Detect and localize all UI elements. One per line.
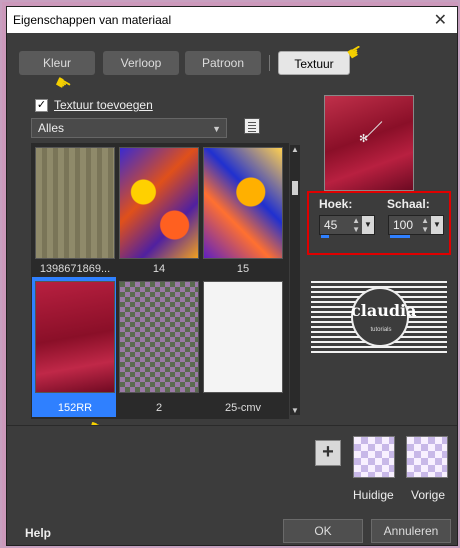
tab-kleur[interactable]: Kleur <box>19 51 95 75</box>
category-select-value: Alles <box>38 121 65 135</box>
chevron-down-icon[interactable]: ▼ <box>431 216 443 234</box>
scale-label: Schaal: <box>387 197 430 211</box>
swatch-current-label: Huidige <box>353 488 394 502</box>
texture-thumb-152rr[interactable] <box>35 281 115 393</box>
texture-thumb-2[interactable] <box>119 281 199 393</box>
tab-verloop[interactable]: Verloop <box>103 51 179 75</box>
up-down-icon[interactable]: ▲ ▼ <box>352 216 360 234</box>
cancel-button[interactable]: Annuleren <box>371 519 451 543</box>
thumb-label: 2 <box>155 402 163 414</box>
texture-add-checkbox[interactable]: ✓ <box>35 99 48 112</box>
scale-stepper[interactable]: 100 ▲ ▼ ▼ <box>388 215 444 235</box>
title-bar: Eigenschappen van materiaal ✕ <box>7 7 457 33</box>
grid-scrollbar[interactable]: ▲ ▼ <box>290 145 300 415</box>
scale-slider-fill <box>390 235 410 238</box>
window-title: Eigenschappen van materiaal <box>13 13 172 27</box>
center-marker-icon: ✻ <box>359 133 369 145</box>
tab-patroon[interactable]: Patroon <box>185 51 261 75</box>
material-properties-dialog: Eigenschappen van materiaal ✕ Kleur Verl… <box>6 6 458 546</box>
ok-button[interactable]: OK <box>283 519 363 543</box>
texture-thumb-14[interactable] <box>119 147 199 259</box>
angle-stepper[interactable]: 45 ▲ ▼ ▼ <box>319 215 375 235</box>
texture-add-label: Textuur toevoegen <box>54 98 153 112</box>
angle-label: Hoek: <box>319 197 353 211</box>
thumb-label: 14 <box>152 263 166 275</box>
swatch-previous-label: Vorige <box>411 488 446 502</box>
chevron-down-icon: ▼ <box>212 124 221 134</box>
window-frame: Eigenschappen van materiaal ✕ Kleur Verl… <box>0 0 460 548</box>
texture-preview[interactable]: ✻ <box>324 95 414 191</box>
chevron-down-icon[interactable]: ▼ <box>362 216 374 234</box>
tab-divider <box>269 55 270 71</box>
tab-textuur[interactable]: Textuur <box>278 51 350 75</box>
swatch-previous[interactable] <box>406 436 448 478</box>
plus-icon[interactable]: + <box>315 440 341 466</box>
thumb-label: 15 <box>236 263 250 275</box>
logo-subtext: tutorials <box>370 327 392 333</box>
close-icon[interactable]: ✕ <box>434 10 447 30</box>
texture-thumb-1398671869[interactable] <box>35 147 115 259</box>
texture-thumb-15[interactable] <box>203 147 283 259</box>
scale-value: 100 <box>393 218 414 232</box>
thumb-label: 1398671869... <box>39 263 111 275</box>
swatch-current[interactable] <box>353 436 395 478</box>
help-link[interactable]: Help <box>25 526 51 540</box>
texture-thumb-25-cmv[interactable] <box>203 281 283 393</box>
scroll-thumb[interactable] <box>292 181 298 195</box>
category-select[interactable]: Alles ▼ <box>31 118 227 138</box>
angle-value: 45 <box>324 218 338 232</box>
thumb-label: 25-cmv <box>224 402 262 414</box>
scroll-down-icon[interactable]: ▼ <box>291 406 299 415</box>
logo-text: claudia <box>351 301 417 320</box>
list-icon[interactable] <box>244 118 260 134</box>
up-down-icon[interactable]: ▲ ▼ <box>421 216 429 234</box>
scroll-up-icon[interactable]: ▲ <box>291 145 299 154</box>
claudia-logo: claudia tutorials <box>311 281 447 355</box>
thumb-label: 152RR <box>57 402 93 414</box>
pointing-hand-icon: ☛ <box>51 71 76 97</box>
angle-slider-fill <box>321 235 329 238</box>
